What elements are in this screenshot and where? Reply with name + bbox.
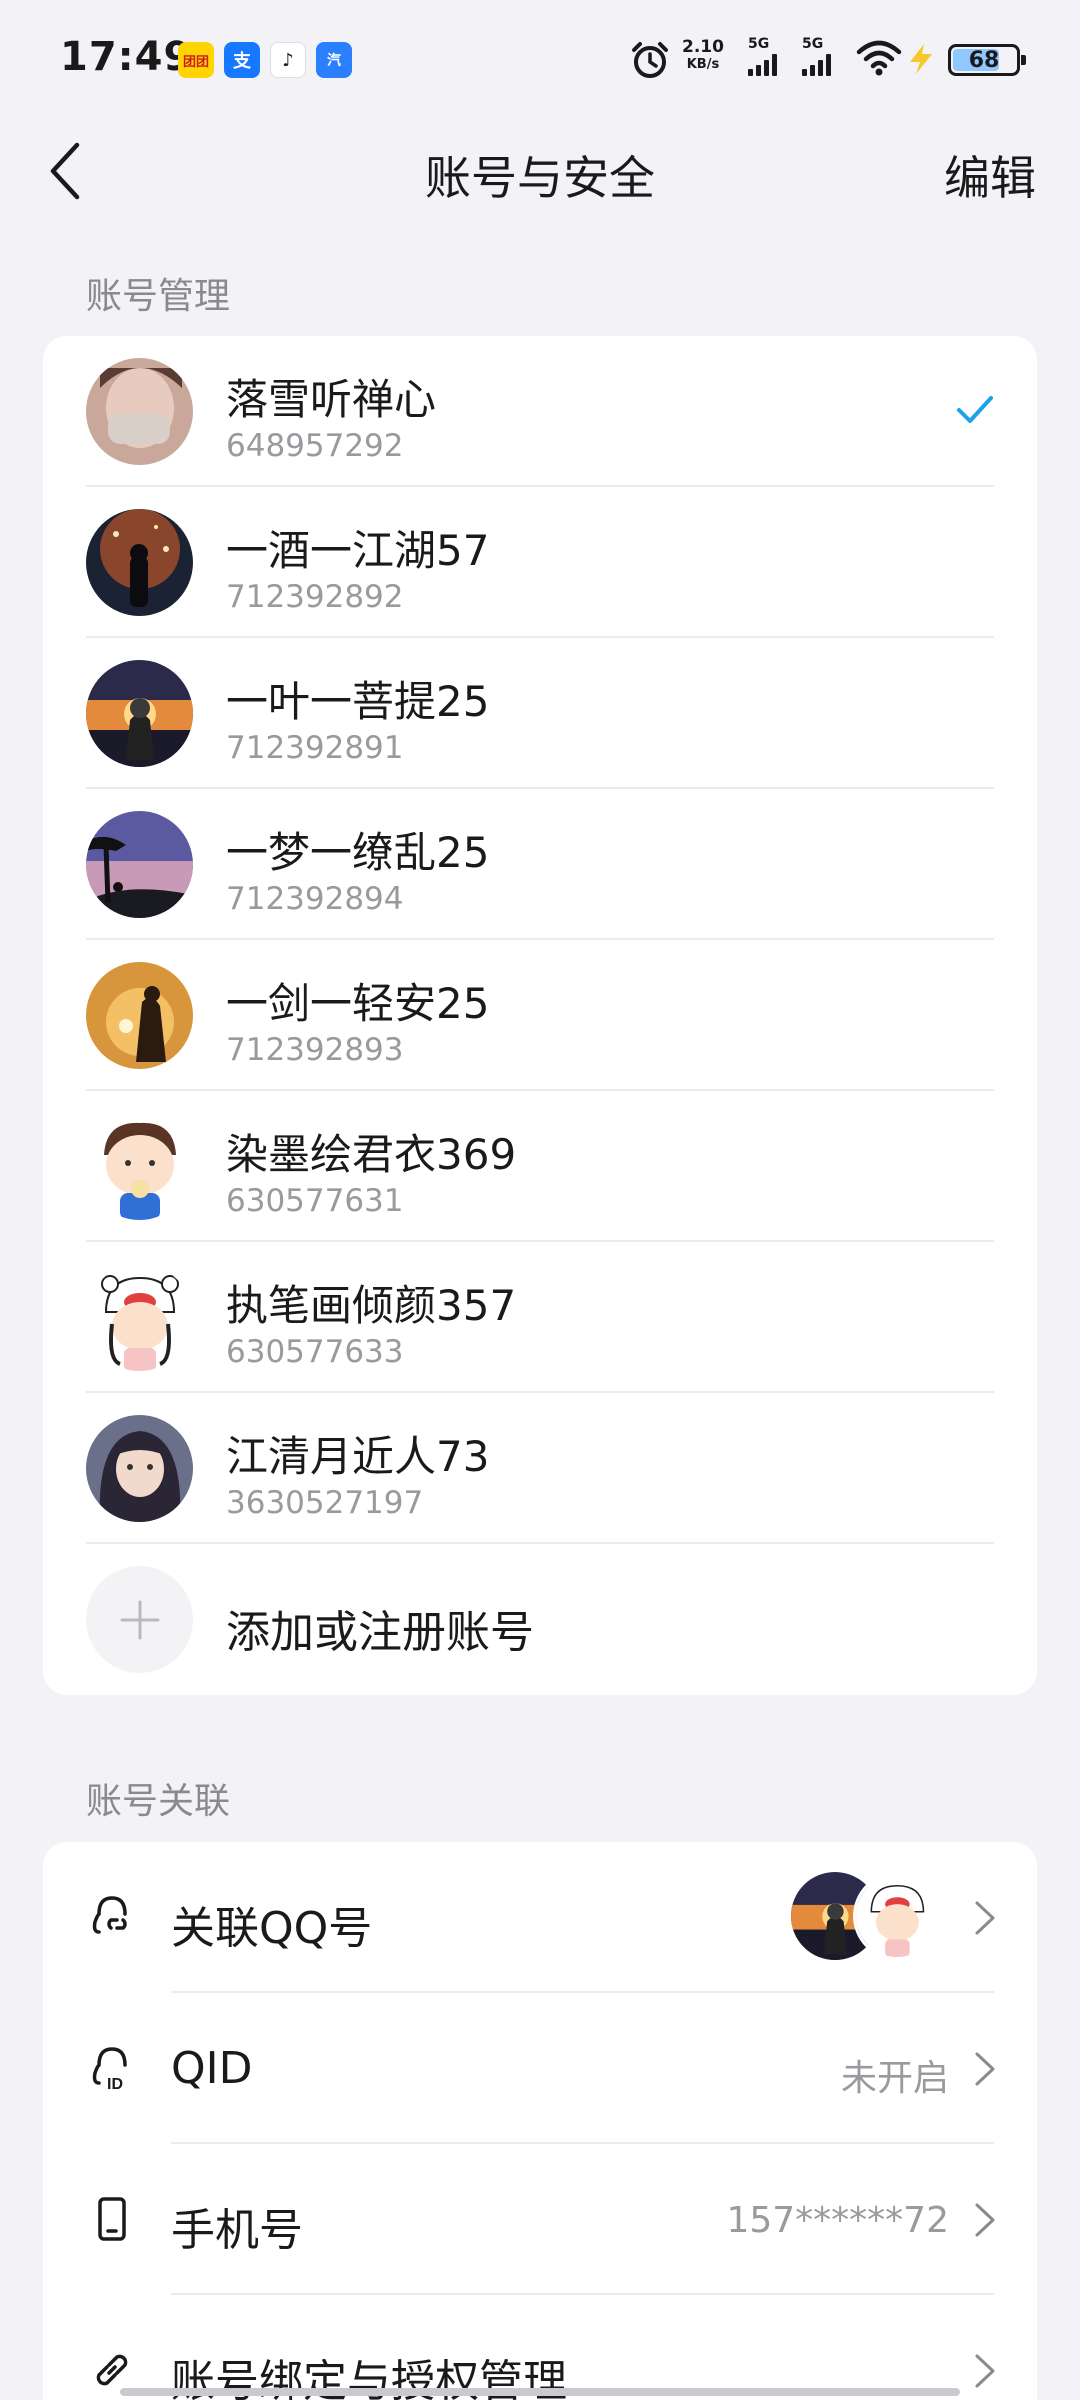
account-id: 712392891 <box>226 730 404 766</box>
account-row[interactable]: 染墨绘君衣369 630577631 <box>43 1091 1037 1242</box>
account-name: 一酒一江湖57 <box>226 526 490 575</box>
avatar <box>86 1113 193 1220</box>
status-time: 17:49 <box>60 34 193 80</box>
account-name: 落雪听禅心 <box>226 375 437 424</box>
link-qq-row[interactable]: 关联QQ号 <box>43 1842 1037 1993</box>
account-row[interactable]: 江清月近人73 3630527197 <box>43 1393 1037 1544</box>
account-name: 一剑一轻安25 <box>226 979 490 1028</box>
battery-level: 68 <box>968 47 1000 73</box>
battery-icon: 68 <box>948 44 1026 76</box>
signal-icon-2 <box>802 54 831 76</box>
home-indicator[interactable] <box>120 2388 960 2396</box>
account-row[interactable]: 落雪听禅心 648957292 <box>43 336 1037 487</box>
account-id: 712392894 <box>226 881 404 917</box>
account-id: 648957292 <box>226 428 404 464</box>
autohome-icon: 汽 <box>316 42 352 78</box>
sim2-type: 5G <box>802 36 824 52</box>
account-id: 712392893 <box>226 1032 404 1068</box>
account-id: 712392892 <box>226 579 404 615</box>
chevron-right-icon <box>975 1901 995 1935</box>
account-links-card: 关联QQ号 ID QID 未开启 手机号 157******72 账号绑定与授权… <box>43 1842 1037 2400</box>
account-name: 一梦一缭乱25 <box>226 828 490 877</box>
app-icon: ♪ <box>270 42 306 78</box>
account-name: 一叶一菩提25 <box>226 677 490 726</box>
edit-button[interactable]: 编辑 <box>944 142 1036 208</box>
avatar <box>853 1872 941 1960</box>
page-title: 账号与安全 <box>425 151 655 205</box>
alarm-icon <box>632 42 668 78</box>
nav-bar: 账号与安全 编辑 <box>0 120 1080 220</box>
qq-link-icon <box>92 1896 127 1934</box>
meituan-icon: 团团 <box>178 42 214 78</box>
charging-icon <box>910 44 932 74</box>
plus-icon <box>120 1600 159 1639</box>
account-id: 630577633 <box>226 1334 404 1370</box>
avatar <box>86 660 193 767</box>
binding-authorization-row[interactable]: 账号绑定与授权管理 <box>43 2295 1037 2400</box>
add-account-circle <box>86 1566 193 1673</box>
signal-icon-1 <box>748 54 777 76</box>
phone-row[interactable]: 手机号 157******72 <box>43 2144 1037 2295</box>
avatar <box>86 1264 193 1371</box>
network-speed-value: 2.10 <box>682 37 724 57</box>
checkmark-icon <box>957 396 993 423</box>
status-bar: 17:49 团团 支 ♪ 汽 2.10 KB/s 5G 5G 68 <box>0 0 1080 120</box>
qid-status: 未开启 <box>840 2058 949 2099</box>
chevron-right-icon <box>975 2052 995 2086</box>
add-account-label: 添加或注册账号 <box>226 1607 534 1658</box>
account-name: 染墨绘君衣369 <box>226 1130 517 1179</box>
account-id: 630577631 <box>226 1183 404 1219</box>
qid-row[interactable]: ID QID 未开启 <box>43 1993 1037 2144</box>
link-qq-label: 关联QQ号 <box>171 1903 373 1954</box>
section-header-account-management: 账号管理 <box>86 276 231 317</box>
avatar <box>86 1415 193 1522</box>
linked-qq-avatars <box>791 1872 941 1962</box>
avatar <box>86 358 193 465</box>
avatar <box>86 509 193 616</box>
phone-label: 手机号 <box>171 2205 303 2256</box>
account-id: 3630527197 <box>226 1485 424 1521</box>
sim1-type: 5G <box>748 36 770 52</box>
avatar <box>86 811 193 918</box>
wifi-icon <box>856 40 902 76</box>
network-speed: 2.10 KB/s <box>682 38 724 74</box>
network-speed-unit: KB/s <box>686 57 720 72</box>
account-list-card: 落雪听禅心 648957292 一酒一江湖57 712392892 一叶一菩提2… <box>43 336 1037 1695</box>
alipay-icon: 支 <box>224 42 260 78</box>
account-row[interactable]: 一梦一缭乱25 712392894 <box>43 789 1037 940</box>
phone-icon <box>98 2197 126 2241</box>
account-row[interactable]: 执笔画倾颜357 630577633 <box>43 1242 1037 1393</box>
qid-icon: ID <box>92 2047 127 2093</box>
phone-number: 157******72 <box>726 2200 949 2241</box>
add-account-button[interactable]: 添加或注册账号 <box>43 1544 1037 1695</box>
qid-label: QID <box>171 2043 253 2094</box>
account-row[interactable]: 一酒一江湖57 712392892 <box>43 487 1037 638</box>
section-header-account-links: 账号关联 <box>86 1781 231 1822</box>
account-row[interactable]: 一剑一轻安25 712392893 <box>43 940 1037 1091</box>
chevron-right-icon <box>975 2354 995 2388</box>
account-name: 执笔画倾颜357 <box>226 1281 517 1330</box>
account-name: 江清月近人73 <box>226 1432 490 1481</box>
chevron-right-icon <box>975 2203 995 2237</box>
account-row[interactable]: 一叶一菩提25 712392891 <box>43 638 1037 789</box>
svg-text:ID: ID <box>107 2076 123 2093</box>
avatar <box>86 962 193 1069</box>
